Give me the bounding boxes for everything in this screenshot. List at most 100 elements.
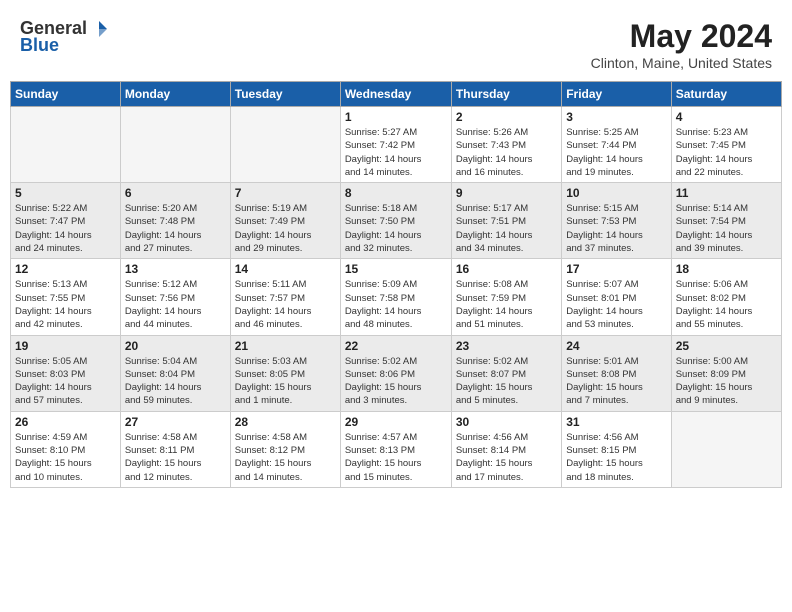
table-row: 3Sunrise: 5:25 AM Sunset: 7:44 PM Daylig… [562, 107, 671, 183]
day-info: Sunrise: 5:14 AM Sunset: 7:54 PM Dayligh… [676, 202, 777, 255]
calendar-table: Sunday Monday Tuesday Wednesday Thursday… [10, 81, 782, 488]
title-area: May 2024 Clinton, Maine, United States [591, 18, 772, 71]
day-number: 25 [676, 339, 777, 353]
day-info: Sunrise: 5:09 AM Sunset: 7:58 PM Dayligh… [345, 278, 447, 331]
table-row: 17 Sunrise: 5:07 AM Sunset: 8:01 PM Dayli… [562, 259, 671, 335]
table-row: 25 Sunrise: 5:00 AM Sunset: 8:09 PM Dayli… [671, 335, 781, 411]
logo: General Blue [20, 18, 109, 56]
day-info: Sunrise: 5:03 AM Sunset: 8:05 PM Dayligh… [235, 355, 336, 408]
table-row: 24Sunrise: 5:01 AM Sunset: 8:08 PM Dayli… [562, 335, 671, 411]
calendar-week-row: 26 Sunrise: 4:59 AM Sunset: 8:10 PM Dayli… [11, 411, 782, 487]
table-row: 6 Sunrise: 5:20 AM Sunset: 7:48 PM Daylig… [120, 183, 230, 259]
day-number: 8 [345, 186, 447, 200]
day-number: 9 [456, 186, 557, 200]
day-number: 21 [235, 339, 336, 353]
day-info: Sunrise: 4:59 AM Sunset: 8:10 PM Dayligh… [15, 431, 116, 484]
day-number: 17 [566, 262, 666, 276]
day-info: Sunrise: 5:23 AM Sunset: 7:45 PM Dayligh… [676, 126, 777, 179]
day-info: Sunrise: 4:56 AM Sunset: 8:14 PM Dayligh… [456, 431, 557, 484]
day-number: 22 [345, 339, 447, 353]
day-info: Sunrise: 5:13 AM Sunset: 7:55 PM Dayligh… [15, 278, 116, 331]
calendar-week-row: 1 Sunrise: 5:27 AM Sunset: 7:42 PM Daylig… [11, 107, 782, 183]
table-row: 1 Sunrise: 5:27 AM Sunset: 7:42 PM Daylig… [340, 107, 451, 183]
day-number: 11 [676, 186, 777, 200]
day-info: Sunrise: 5:08 AM Sunset: 7:59 PM Dayligh… [456, 278, 557, 331]
day-number: 3 [566, 110, 666, 124]
day-info: Sunrise: 5:11 AM Sunset: 7:57 PM Dayligh… [235, 278, 336, 331]
header-thursday: Thursday [451, 82, 561, 107]
table-row [120, 107, 230, 183]
day-info: Sunrise: 5:27 AM Sunset: 7:42 PM Dayligh… [345, 126, 447, 179]
day-number: 12 [15, 262, 116, 276]
calendar-week-row: 19 Sunrise: 5:05 AM Sunset: 8:03 PM Dayli… [11, 335, 782, 411]
header-sunday: Sunday [11, 82, 121, 107]
day-number: 28 [235, 415, 336, 429]
logo-flag-icon [89, 19, 109, 39]
table-row: 15 Sunrise: 5:09 AM Sunset: 7:58 PM Dayli… [340, 259, 451, 335]
logo-blue: Blue [20, 35, 59, 56]
day-info: Sunrise: 5:05 AM Sunset: 8:03 PM Dayligh… [15, 355, 116, 408]
day-number: 18 [676, 262, 777, 276]
table-row: 16 Sunrise: 5:08 AM Sunset: 7:59 PM Dayli… [451, 259, 561, 335]
day-info: Sunrise: 5:20 AM Sunset: 7:48 PM Dayligh… [125, 202, 226, 255]
day-info: Sunrise: 5:18 AM Sunset: 7:50 PM Dayligh… [345, 202, 447, 255]
day-number: 29 [345, 415, 447, 429]
day-number: 27 [125, 415, 226, 429]
location: Clinton, Maine, United States [591, 55, 772, 71]
table-row [671, 411, 781, 487]
day-info: Sunrise: 5:22 AM Sunset: 7:47 PM Dayligh… [15, 202, 116, 255]
header-saturday: Saturday [671, 82, 781, 107]
day-info: Sunrise: 5:02 AM Sunset: 8:06 PM Dayligh… [345, 355, 447, 408]
day-number: 14 [235, 262, 336, 276]
day-number: 2 [456, 110, 557, 124]
day-info: Sunrise: 5:26 AM Sunset: 7:43 PM Dayligh… [456, 126, 557, 179]
table-row: 14 Sunrise: 5:11 AM Sunset: 7:57 PM Dayli… [230, 259, 340, 335]
calendar-header-row: Sunday Monday Tuesday Wednesday Thursday… [11, 82, 782, 107]
table-row: 13 Sunrise: 5:12 AM Sunset: 7:56 PM Dayli… [120, 259, 230, 335]
table-row: 5Sunrise: 5:22 AM Sunset: 7:47 PM Daylig… [11, 183, 121, 259]
table-row: 12 Sunrise: 5:13 AM Sunset: 7:55 PM Dayli… [11, 259, 121, 335]
table-row: 23 Sunrise: 5:02 AM Sunset: 8:07 PM Dayli… [451, 335, 561, 411]
day-info: Sunrise: 5:07 AM Sunset: 8:01 PM Dayligh… [566, 278, 666, 331]
table-row: 21 Sunrise: 5:03 AM Sunset: 8:05 PM Dayli… [230, 335, 340, 411]
day-info: Sunrise: 4:58 AM Sunset: 8:12 PM Dayligh… [235, 431, 336, 484]
table-row [230, 107, 340, 183]
header-tuesday: Tuesday [230, 82, 340, 107]
day-number: 4 [676, 110, 777, 124]
day-number: 13 [125, 262, 226, 276]
day-number: 19 [15, 339, 116, 353]
day-number: 23 [456, 339, 557, 353]
day-info: Sunrise: 5:12 AM Sunset: 7:56 PM Dayligh… [125, 278, 226, 331]
day-number: 24 [566, 339, 666, 353]
table-row: 9Sunrise: 5:17 AM Sunset: 7:51 PM Daylig… [451, 183, 561, 259]
day-info: Sunrise: 4:57 AM Sunset: 8:13 PM Dayligh… [345, 431, 447, 484]
table-row: 31Sunrise: 4:56 AM Sunset: 8:15 PM Dayli… [562, 411, 671, 487]
day-number: 6 [125, 186, 226, 200]
day-number: 16 [456, 262, 557, 276]
day-info: Sunrise: 5:02 AM Sunset: 8:07 PM Dayligh… [456, 355, 557, 408]
calendar-week-row: 5Sunrise: 5:22 AM Sunset: 7:47 PM Daylig… [11, 183, 782, 259]
day-number: 15 [345, 262, 447, 276]
header-wednesday: Wednesday [340, 82, 451, 107]
day-info: Sunrise: 5:15 AM Sunset: 7:53 PM Dayligh… [566, 202, 666, 255]
day-number: 30 [456, 415, 557, 429]
table-row: 28 Sunrise: 4:58 AM Sunset: 8:12 PM Dayli… [230, 411, 340, 487]
table-row: 11 Sunrise: 5:14 AM Sunset: 7:54 PM Dayli… [671, 183, 781, 259]
day-number: 1 [345, 110, 447, 124]
day-info: Sunrise: 5:00 AM Sunset: 8:09 PM Dayligh… [676, 355, 777, 408]
day-info: Sunrise: 5:06 AM Sunset: 8:02 PM Dayligh… [676, 278, 777, 331]
table-row: 4 Sunrise: 5:23 AM Sunset: 7:45 PM Daylig… [671, 107, 781, 183]
table-row: 29 Sunrise: 4:57 AM Sunset: 8:13 PM Dayli… [340, 411, 451, 487]
month-title: May 2024 [591, 18, 772, 55]
page-header: General Blue May 2024 Clinton, Maine, Un… [10, 10, 782, 75]
table-row: 2 Sunrise: 5:26 AM Sunset: 7:43 PM Daylig… [451, 107, 561, 183]
calendar-week-row: 12 Sunrise: 5:13 AM Sunset: 7:55 PM Dayli… [11, 259, 782, 335]
day-number: 26 [15, 415, 116, 429]
table-row: 27Sunrise: 4:58 AM Sunset: 8:11 PM Dayli… [120, 411, 230, 487]
table-row: 19 Sunrise: 5:05 AM Sunset: 8:03 PM Dayli… [11, 335, 121, 411]
header-monday: Monday [120, 82, 230, 107]
table-row: 26 Sunrise: 4:59 AM Sunset: 8:10 PM Dayli… [11, 411, 121, 487]
table-row [11, 107, 121, 183]
table-row: 30 Sunrise: 4:56 AM Sunset: 8:14 PM Dayli… [451, 411, 561, 487]
header-friday: Friday [562, 82, 671, 107]
